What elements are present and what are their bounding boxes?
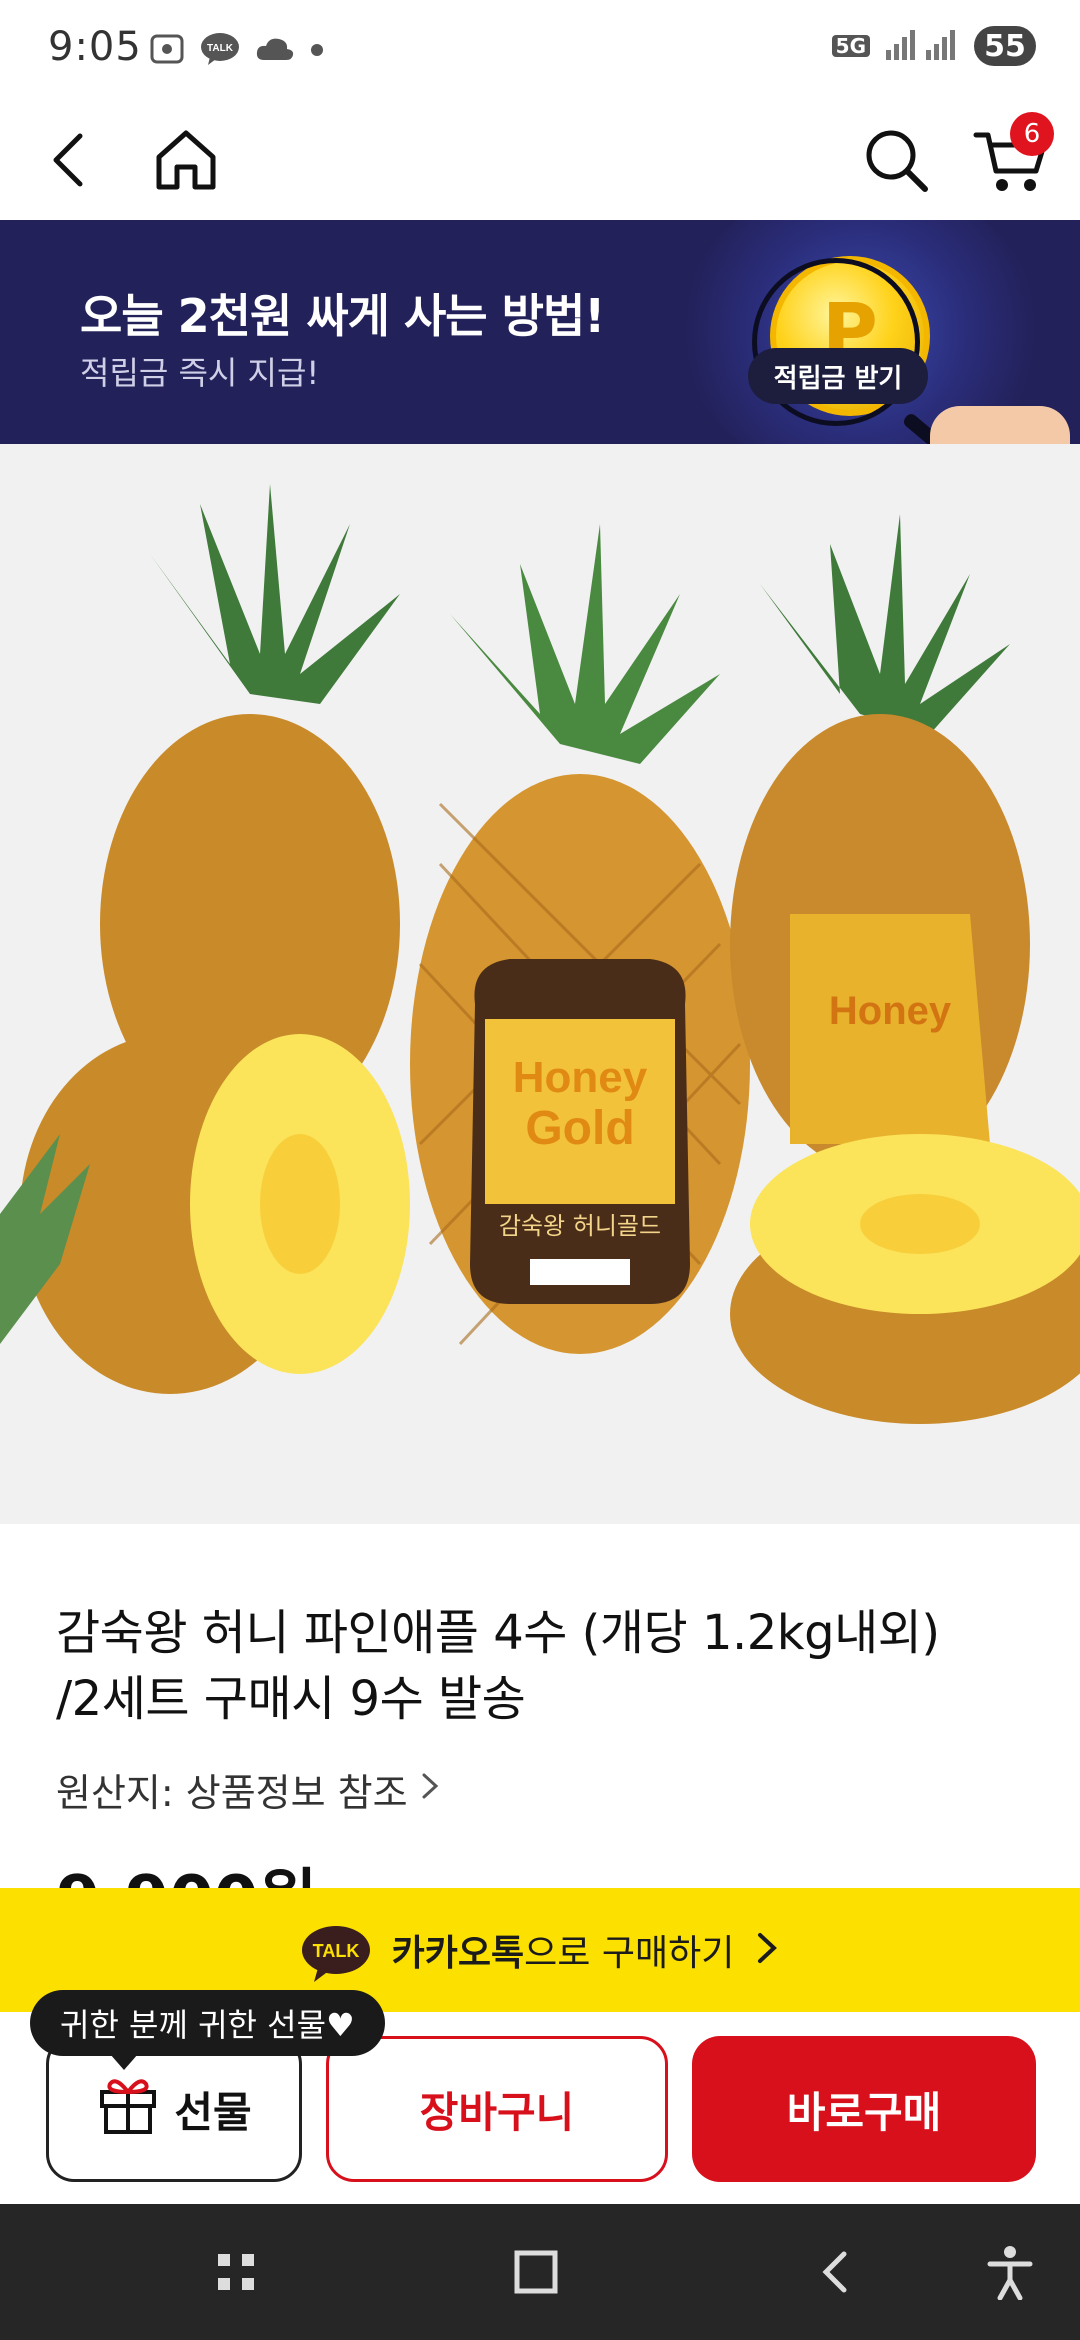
kakao-action: 으로 구매하기 xyxy=(524,1933,735,1974)
pineapple-illustration: Honey Gold 감숙왕 허니골드 Honey xyxy=(0,484,1080,1424)
talk-badge-text: TALK xyxy=(312,1941,359,1961)
get-points-button[interactable]: 적립금 받기 xyxy=(748,348,928,404)
network-type: 5G xyxy=(831,35,870,57)
battery-icon: 55 xyxy=(974,26,1036,66)
system-navigation-bar xyxy=(0,2204,1080,2340)
gift-button-label: 선물 xyxy=(174,2087,252,2137)
cloud-icon xyxy=(254,34,296,68)
status-bar: 9:05 TALK 5G 55 xyxy=(0,0,1080,100)
status-time: 9:05 xyxy=(48,24,142,70)
add-to-cart-button[interactable]: 장바구니 xyxy=(326,2036,668,2182)
dot-icon xyxy=(310,42,324,61)
kakaotalk-icon: TALK xyxy=(200,31,240,71)
app-header: 6 xyxy=(0,100,1080,220)
svg-text:감숙왕 허니골드: 감숙왕 허니골드 xyxy=(499,1212,661,1240)
chevron-right-icon xyxy=(418,1768,442,1812)
product-title-line1: 감숙왕 허니 파인애플 4수 (개당 1.2kg내외) xyxy=(56,1605,940,1661)
cart-count-badge: 6 xyxy=(1010,112,1054,156)
home-square-icon[interactable] xyxy=(496,2232,576,2312)
svg-text:Gold: Gold xyxy=(525,1102,634,1155)
home-icon[interactable] xyxy=(136,110,236,210)
chevron-right-icon xyxy=(754,1929,780,1971)
buy-now-button[interactable]: 바로구매 xyxy=(692,2036,1036,2182)
recents-icon[interactable] xyxy=(196,2232,276,2312)
origin-link[interactable]: 원산지: 상품정보 참조 xyxy=(56,1762,442,1817)
cart-icon[interactable]: 6 xyxy=(960,110,1060,210)
search-icon[interactable] xyxy=(846,110,946,210)
svg-text:Honey: Honey xyxy=(829,989,952,1033)
screenshot-icon xyxy=(148,30,186,72)
status-system-icons: 5G 55 xyxy=(831,26,1036,66)
product-image[interactable]: Honey Gold 감숙왕 허니골드 Honey xyxy=(0,444,1080,1524)
banner-title: 오늘 2천원 싸게 사는 방법! xyxy=(80,289,605,343)
promo-banner[interactable]: 오늘 2천원 싸게 사는 방법! 적립금 즉시 지급! P 적립금 받기 xyxy=(0,220,1080,444)
accessibility-icon[interactable] xyxy=(970,2232,1050,2312)
banner-subtitle: 적립금 즉시 지급! xyxy=(80,354,320,392)
origin-text: 원산지: 상품정보 참조 xyxy=(56,1771,408,1815)
signal-icon xyxy=(882,26,962,66)
status-notification-icons: TALK xyxy=(148,30,324,72)
product-title: 감숙왕 허니 파인애플 4수 (개당 1.2kg내외) /2세트 구매시 9수 … xyxy=(56,1600,1036,1732)
kakaotalk-talk-icon: TALK xyxy=(300,1924,372,1982)
gift-tooltip: 귀한 분께 귀한 선물♥ xyxy=(30,1990,385,2070)
svg-text:Honey: Honey xyxy=(513,1053,648,1102)
gift-button[interactable]: 선물 xyxy=(46,2036,302,2182)
back-icon[interactable] xyxy=(22,110,122,210)
back-chevron-icon[interactable] xyxy=(796,2232,876,2312)
svg-text:TALK: TALK xyxy=(207,43,234,54)
gift-icon xyxy=(96,2072,160,2146)
product-title-line2: /2세트 구매시 9수 발송 xyxy=(56,1671,526,1727)
kakao-purchase-label: 카카오톡으로 구매하기 xyxy=(392,1924,735,1976)
hand-graphic xyxy=(930,406,1070,444)
kakao-brand: 카카오톡 xyxy=(391,1933,525,1974)
